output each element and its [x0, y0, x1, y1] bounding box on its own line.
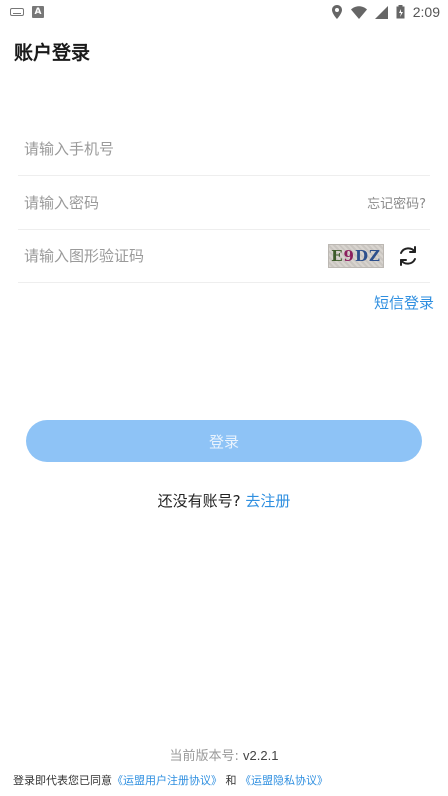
agreement-and: 和 [225, 774, 237, 787]
captcha-char: DZ [354, 246, 381, 265]
phone-field-row [18, 122, 430, 176]
location-icon [331, 5, 342, 19]
password-input[interactable] [18, 176, 368, 229]
register-row: 还没有账号? 去注册 [0, 490, 448, 511]
agreement-prefix: 登录即代表您已同意 [13, 774, 112, 787]
no-account-text: 还没有账号? [157, 492, 241, 510]
a-notification-icon: A [32, 6, 44, 18]
status-bar-right: 2:09 [331, 4, 440, 20]
forgot-password-link[interactable]: 忘记密码? [367, 193, 426, 212]
signal-icon [374, 5, 388, 19]
password-field-row: 忘记密码? [18, 176, 430, 230]
keyboard-icon [10, 8, 24, 16]
status-bar-left: A [10, 6, 44, 18]
wifi-icon [350, 5, 367, 19]
privacy-agreement-link[interactable]: 《运盟隐私协议》 [240, 774, 328, 787]
battery-icon [396, 5, 405, 19]
captcha-image[interactable]: E 9 DZ [328, 243, 384, 268]
page-title: 账户登录 [14, 42, 91, 64]
captcha-char: E [331, 246, 344, 265]
login-screen: A 2:09 账户登录 忘记密码? [0, 0, 448, 796]
agreement-text: 登录即代表您已同意《运盟用户注册协议》 和 《运盟隐私协议》 [13, 772, 328, 788]
phone-input[interactable] [18, 122, 430, 175]
login-button[interactable]: 登录 [26, 420, 422, 462]
version-number: v2.2.1 [243, 748, 279, 763]
register-link[interactable]: 去注册 [245, 492, 290, 510]
refresh-icon[interactable] [396, 244, 420, 268]
captcha-field-row: E 9 DZ [18, 229, 430, 283]
captcha-char: 9 [343, 246, 355, 265]
status-bar: A 2:09 [0, 0, 448, 24]
captcha-input[interactable] [18, 229, 328, 282]
user-agreement-link[interactable]: 《运盟用户注册协议》 [112, 774, 222, 787]
version-info: 当前版本号: v2.2.1 [0, 745, 448, 764]
version-label: 当前版本号: [169, 749, 239, 764]
status-time: 2:09 [412, 4, 440, 20]
sms-login-link[interactable]: 短信登录 [374, 292, 434, 313]
